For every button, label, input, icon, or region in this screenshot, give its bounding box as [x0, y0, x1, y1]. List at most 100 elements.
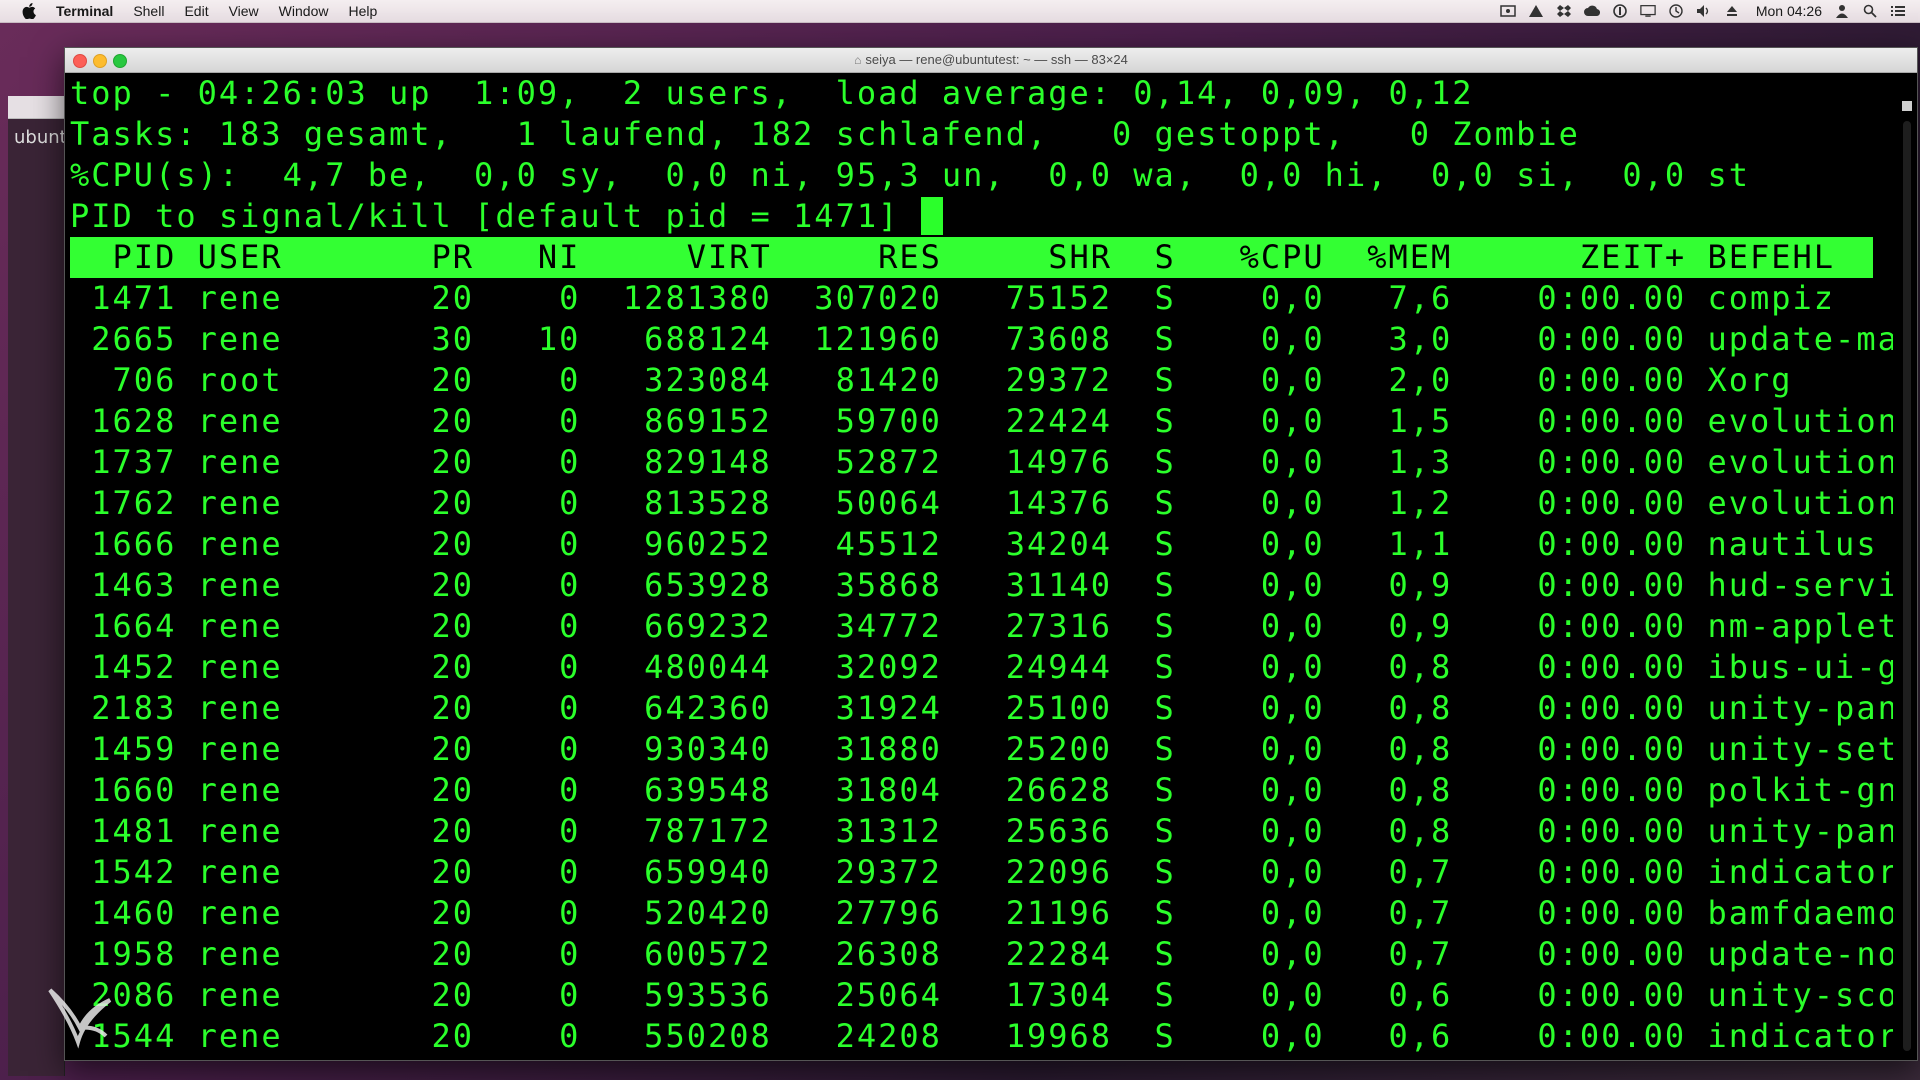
- process-row: 1459 rene 20 0 930340 31880 25200 S 0,0 …: [70, 729, 1896, 770]
- background-window-titlebar[interactable]: [8, 96, 64, 119]
- process-virt: 869152: [580, 402, 772, 440]
- process-row: 1452 rene 20 0 480044 32092 24944 S 0,0 …: [70, 647, 1896, 688]
- process-ni: 0: [474, 1017, 581, 1055]
- spotlight-icon[interactable]: [1862, 4, 1878, 18]
- process-res: 29372: [771, 853, 942, 891]
- process-shr: 21196: [941, 894, 1113, 932]
- process-command: unity-panel-ser: [1707, 689, 1896, 727]
- process-pid: 1452: [70, 648, 177, 686]
- drive-icon[interactable]: [1528, 4, 1544, 18]
- process-user: rene: [176, 525, 389, 563]
- process-row: 2086 rene 20 0 593536 25064 17304 S 0,0 …: [70, 975, 1896, 1016]
- process-res: 45512: [771, 525, 942, 563]
- menu-help[interactable]: Help: [348, 3, 377, 19]
- process-state: S: [1112, 566, 1176, 604]
- menu-edit[interactable]: Edit: [184, 3, 208, 19]
- user-icon[interactable]: [1834, 4, 1850, 18]
- process-res: 59700: [771, 402, 942, 440]
- apple-menu-icon[interactable]: [22, 3, 40, 19]
- scroll-thumb[interactable]: [1903, 121, 1911, 1051]
- process-state: S: [1112, 320, 1176, 358]
- process-virt: 960252: [580, 525, 772, 563]
- process-cpu: 0,0: [1175, 1017, 1325, 1055]
- process-ni: 0: [474, 648, 581, 686]
- process-row: 2665 rene 30 10 688124 121960 73608 S 0,…: [70, 319, 1896, 360]
- 1password-icon[interactable]: [1612, 4, 1628, 18]
- process-pid: 1958: [70, 935, 177, 973]
- scroll-up-icon[interactable]: [1902, 101, 1912, 111]
- process-pr: 20: [388, 607, 475, 645]
- process-mem: 2,0: [1324, 361, 1453, 399]
- menu-window[interactable]: Window: [279, 3, 329, 19]
- dropbox-icon[interactable]: [1556, 4, 1572, 18]
- process-ni: 10: [474, 320, 581, 358]
- process-pid: 1460: [70, 894, 177, 932]
- process-shr: 27316: [941, 607, 1113, 645]
- process-mem: 1,3: [1324, 443, 1453, 481]
- process-table: 1471 rene 20 0 1281380 307020 75152 S 0,…: [70, 278, 1896, 1057]
- volume-icon[interactable]: [1696, 4, 1712, 18]
- process-ni: 0: [474, 484, 581, 522]
- time-machine-icon[interactable]: [1668, 4, 1684, 18]
- menu-view[interactable]: View: [229, 3, 259, 19]
- process-cpu: 0,0: [1175, 402, 1325, 440]
- eject-icon[interactable]: [1724, 4, 1740, 18]
- process-state: S: [1112, 525, 1176, 563]
- screen-record-icon[interactable]: [1500, 4, 1516, 18]
- process-mem: 0,7: [1324, 935, 1453, 973]
- process-user: rene: [176, 402, 389, 440]
- process-state: S: [1112, 812, 1176, 850]
- process-ni: 0: [474, 279, 581, 317]
- process-mem: 3,0: [1324, 320, 1453, 358]
- process-shr: 24944: [941, 648, 1113, 686]
- terminal-titlebar[interactable]: ⌂ seiya — rene@ubuntutest: ~ — ssh — 83×2…: [65, 48, 1917, 73]
- menu-clock[interactable]: Mon 04:26: [1756, 3, 1822, 19]
- top-tasks-line: Tasks: 183 gesamt, 1 laufend, 182 schlaf…: [70, 115, 1580, 153]
- notification-icon[interactable]: [1890, 4, 1906, 18]
- process-mem: 0,6: [1324, 976, 1453, 1014]
- process-time: 0:00.00: [1452, 279, 1687, 317]
- menu-shell[interactable]: Shell: [133, 3, 164, 19]
- process-pr: 20: [388, 648, 475, 686]
- process-virt: 930340: [580, 730, 772, 768]
- process-time: 0:00.00: [1452, 607, 1687, 645]
- kill-prompt-line[interactable]: PID to signal/kill [default pid = 1471]: [70, 196, 1896, 237]
- process-res: 81420: [771, 361, 942, 399]
- process-ni: 0: [474, 402, 581, 440]
- process-pid: 1542: [70, 853, 177, 891]
- process-state: S: [1112, 1017, 1176, 1055]
- process-ni: 0: [474, 566, 581, 604]
- process-time: 0:00.00: [1452, 935, 1687, 973]
- process-shr: 22096: [941, 853, 1113, 891]
- terminal-screen[interactable]: top - 04:26:03 up 1:09, 2 users, load av…: [65, 73, 1896, 1060]
- menu-app-terminal[interactable]: Terminal: [56, 3, 113, 19]
- process-res: 35868: [771, 566, 942, 604]
- process-virt: 323084: [580, 361, 772, 399]
- terminal-scrollbar[interactable]: [1893, 73, 1917, 1060]
- process-state: S: [1112, 443, 1176, 481]
- process-ni: 0: [474, 894, 581, 932]
- process-cpu: 0,0: [1175, 976, 1325, 1014]
- terminal-window[interactable]: ⌂ seiya — rene@ubuntutest: ~ — ssh — 83×2…: [64, 47, 1918, 1061]
- process-pr: 20: [388, 935, 475, 973]
- process-row: 1664 rene 20 0 669232 34772 27316 S 0,0 …: [70, 606, 1896, 647]
- process-virt: 1281380: [580, 279, 772, 317]
- home-icon: ⌂: [854, 53, 862, 67]
- process-mem: 0,7: [1324, 894, 1453, 932]
- process-command: ibus-ui-gtk3: [1707, 648, 1896, 686]
- process-virt: 787172: [580, 812, 772, 850]
- process-user: rene: [176, 730, 389, 768]
- cloud-icon[interactable]: [1583, 4, 1600, 18]
- background-window[interactable]: ubunt: [8, 96, 67, 1076]
- process-virt: 639548: [580, 771, 772, 809]
- column-header-shr: SHR: [941, 238, 1113, 276]
- process-row: 1660 rene 20 0 639548 31804 26628 S 0,0 …: [70, 770, 1896, 811]
- process-user: rene: [176, 648, 389, 686]
- display-icon[interactable]: [1640, 4, 1656, 18]
- top-summary-line: top - 04:26:03 up 1:09, 2 users, load av…: [70, 74, 1474, 112]
- process-mem: 0,9: [1324, 607, 1453, 645]
- process-pr: 20: [388, 566, 475, 604]
- process-pid: 1471: [70, 279, 177, 317]
- process-cpu: 0,0: [1175, 812, 1325, 850]
- process-command: indicator-print: [1707, 1017, 1896, 1055]
